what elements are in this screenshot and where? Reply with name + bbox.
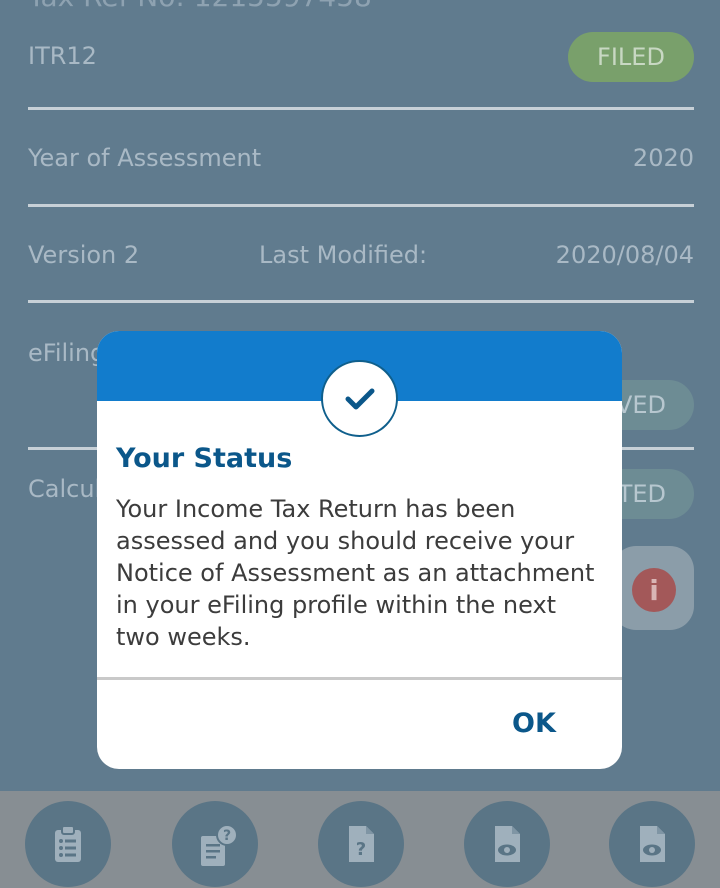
svg-text:?: ? [356,839,366,860]
nav-view-statement-button[interactable] [609,801,695,887]
file-eye-icon [640,826,665,862]
tax-reference-heading: Tax Ref No: 1215597458 [28,0,372,13]
last-modified-label: Last Modified: [259,241,428,269]
divider [28,300,694,303]
checkmark-icon [321,360,398,437]
info-button[interactable]: i [612,546,694,630]
svg-text:?: ? [223,828,231,844]
dialog-message: Your Income Tax Return has been assessed… [116,495,595,651]
version-label: Version 2 [28,241,140,269]
file-eye-icon [495,826,520,862]
filed-status-badge: FILED [568,32,694,82]
ok-button[interactable]: OK [512,708,556,739]
last-modified-value: 2020/08/04 [555,241,694,269]
nav-checklist-button[interactable] [25,801,111,887]
file-question-icon: ? [349,826,374,862]
info-icon: i [632,568,676,612]
year-label: Year of Assessment [28,144,262,172]
dialog-title: Your Status [116,443,293,474]
divider [28,107,694,110]
form-type-label: ITR12 [28,42,97,70]
clipboard-list-icon [55,825,81,862]
dialog-divider [97,677,622,680]
nav-help-documents-button[interactable]: ? [172,801,258,887]
document-question-icon: ? [201,824,238,866]
calculation-label: Calcul [28,475,102,503]
nav-view-document-button[interactable] [464,801,550,887]
year-value: 2020 [632,144,694,172]
year-of-assessment-row: Year of Assessment 2020 [28,144,694,172]
efiling-label: eFiling [28,339,106,367]
nav-faq-button[interactable]: ? [318,801,404,887]
version-row: Version 2 Last Modified: 2020/08/04 [28,241,694,269]
status-dialog: Your Status Your Income Tax Return has b… [97,331,622,769]
divider [28,204,694,207]
